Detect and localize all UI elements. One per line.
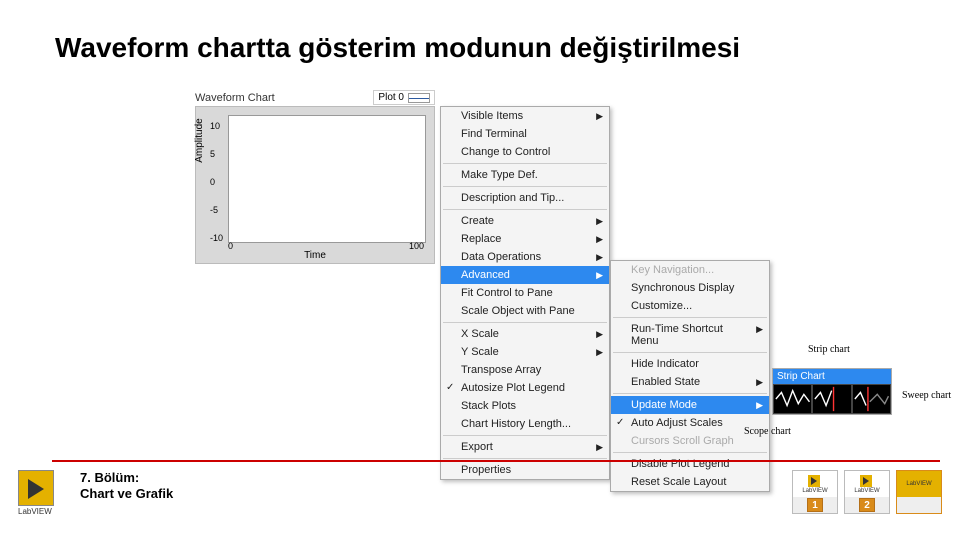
check-icon: ✓ (446, 382, 454, 393)
menu-item[interactable]: Replace▶ (441, 230, 609, 248)
update-mode-flyout: Strip Chart (772, 368, 892, 415)
menu-separator (443, 435, 607, 436)
thumb-label: LabVIEW (802, 488, 827, 494)
menu-separator (443, 186, 607, 187)
submenu-arrow-icon: ▶ (596, 234, 603, 245)
footer-line2: Chart ve Grafik (80, 486, 173, 502)
menu-item[interactable]: Stack Plots (441, 397, 609, 415)
menu-item[interactable]: Synchronous Display (611, 279, 769, 297)
update-mode-header[interactable]: Strip Chart (773, 369, 891, 384)
ytick: 0 (210, 177, 215, 187)
submenu-arrow-icon: ▶ (756, 324, 763, 335)
strip-chart-icon[interactable] (773, 384, 812, 414)
submenu-arrow-icon: ▶ (596, 216, 603, 227)
labview-logo: LabVIEW (18, 470, 68, 520)
menu-separator (443, 458, 607, 459)
annotation-sweep: Sweep chart (902, 390, 951, 401)
annotation-strip: Strip chart (808, 344, 850, 355)
footer-divider (52, 460, 940, 462)
menu-item[interactable]: Update Mode▶ (611, 396, 769, 414)
submenu-arrow-icon: ▶ (756, 377, 763, 388)
footer-line1: 7. Bölüm: (80, 470, 173, 486)
menu-separator (443, 209, 607, 210)
menu-item[interactable]: Change to Control (441, 143, 609, 161)
menu-item[interactable]: Visible Items▶ (441, 107, 609, 125)
thumb-2: LabVIEW 2 (844, 470, 890, 514)
plot-box (228, 115, 426, 243)
waveform-chart-region: Waveform Chart Plot 0 Amplitude Time 10 … (195, 92, 435, 264)
menu-separator (443, 322, 607, 323)
menu-separator (613, 317, 767, 318)
menu-item[interactable]: Chart History Length... (441, 415, 609, 433)
check-icon: ✓ (616, 417, 624, 428)
sweep-chart-icon[interactable] (852, 384, 891, 414)
page-title: Waveform chartta gösterim modunun değişt… (55, 32, 740, 64)
labview-icon (860, 475, 872, 487)
menu-item[interactable]: Run-Time Shortcut Menu▶ (611, 320, 769, 350)
menu-item[interactable]: Find Terminal (441, 125, 609, 143)
submenu-arrow-icon: ▶ (596, 442, 603, 453)
context-menu-1: Visible Items▶Find TerminalChange to Con… (440, 106, 610, 480)
ytick: -10 (210, 233, 223, 243)
menu-item[interactable]: Description and Tip... (441, 189, 609, 207)
plot-legend-text: Plot 0 (378, 92, 404, 103)
thumb-badge-2: 2 (859, 498, 875, 512)
submenu-arrow-icon: ▶ (596, 347, 603, 358)
submenu-arrow-icon: ▶ (596, 252, 603, 263)
plot-swatch (408, 93, 430, 103)
y-axis-label: Amplitude (194, 118, 205, 162)
menu-item[interactable]: Make Type Def. (441, 166, 609, 184)
footer-thumbnails: LabVIEW 1 LabVIEW 2 LabVIEW (792, 470, 942, 514)
thumb-3: LabVIEW (896, 470, 942, 514)
menu-item[interactable]: Properties (441, 461, 609, 479)
menu-item[interactable]: X Scale▶ (441, 325, 609, 343)
menu-item[interactable]: Customize... (611, 297, 769, 315)
menu-item[interactable]: Transpose Array (441, 361, 609, 379)
labview-icon (808, 475, 820, 487)
menu-separator (613, 452, 767, 453)
menu-item[interactable]: Scale Object with Pane (441, 302, 609, 320)
xtick-max: 100 (409, 241, 424, 251)
submenu-arrow-icon: ▶ (756, 400, 763, 411)
menu-item[interactable]: Create▶ (441, 212, 609, 230)
menu-separator (613, 352, 767, 353)
menu-item[interactable]: Export▶ (441, 438, 609, 456)
ytick: 10 (210, 121, 220, 131)
xtick-min: 0 (228, 241, 233, 251)
menu-item[interactable]: Disable Plot Legend (611, 455, 769, 473)
menu-separator (443, 163, 607, 164)
submenu-arrow-icon: ▶ (596, 270, 603, 281)
menu-item[interactable]: Hide Indicator (611, 355, 769, 373)
labview-icon (18, 470, 54, 506)
menu-item[interactable]: Advanced▶ (441, 266, 609, 284)
submenu-arrow-icon: ▶ (596, 329, 603, 340)
menu-item[interactable]: Reset Scale Layout (611, 473, 769, 491)
x-axis-label: Time (304, 250, 326, 261)
context-menu-2: Key Navigation...Synchronous DisplayCust… (610, 260, 770, 492)
footer-chapter: 7. Bölüm: Chart ve Grafik (80, 470, 173, 503)
menu-item[interactable]: Fit Control to Pane (441, 284, 609, 302)
ytick: -5 (210, 205, 218, 215)
thumb-badge-1: 1 (807, 498, 823, 512)
menu-item[interactable]: Y Scale▶ (441, 343, 609, 361)
menu-item[interactable]: Data Operations▶ (441, 248, 609, 266)
annotation-scope: Scope chart (744, 426, 791, 437)
menu-separator (613, 393, 767, 394)
menu-item: Key Navigation... (611, 261, 769, 279)
thumb-label: LabVIEW (854, 488, 879, 494)
menu-item[interactable]: Enabled State▶ (611, 373, 769, 391)
scope-chart-icon[interactable] (812, 384, 851, 414)
thumb-label: LabVIEW (906, 481, 931, 487)
submenu-arrow-icon: ▶ (596, 111, 603, 122)
ytick: 5 (210, 149, 215, 159)
labview-logo-text: LabVIEW (18, 507, 68, 516)
plot-legend[interactable]: Plot 0 (373, 90, 435, 105)
menu-item[interactable]: Autosize Plot Legend✓ (441, 379, 609, 397)
thumb-1: LabVIEW 1 (792, 470, 838, 514)
chart-area[interactable]: Amplitude Time 10 5 0 -5 -10 0 100 (195, 106, 435, 264)
